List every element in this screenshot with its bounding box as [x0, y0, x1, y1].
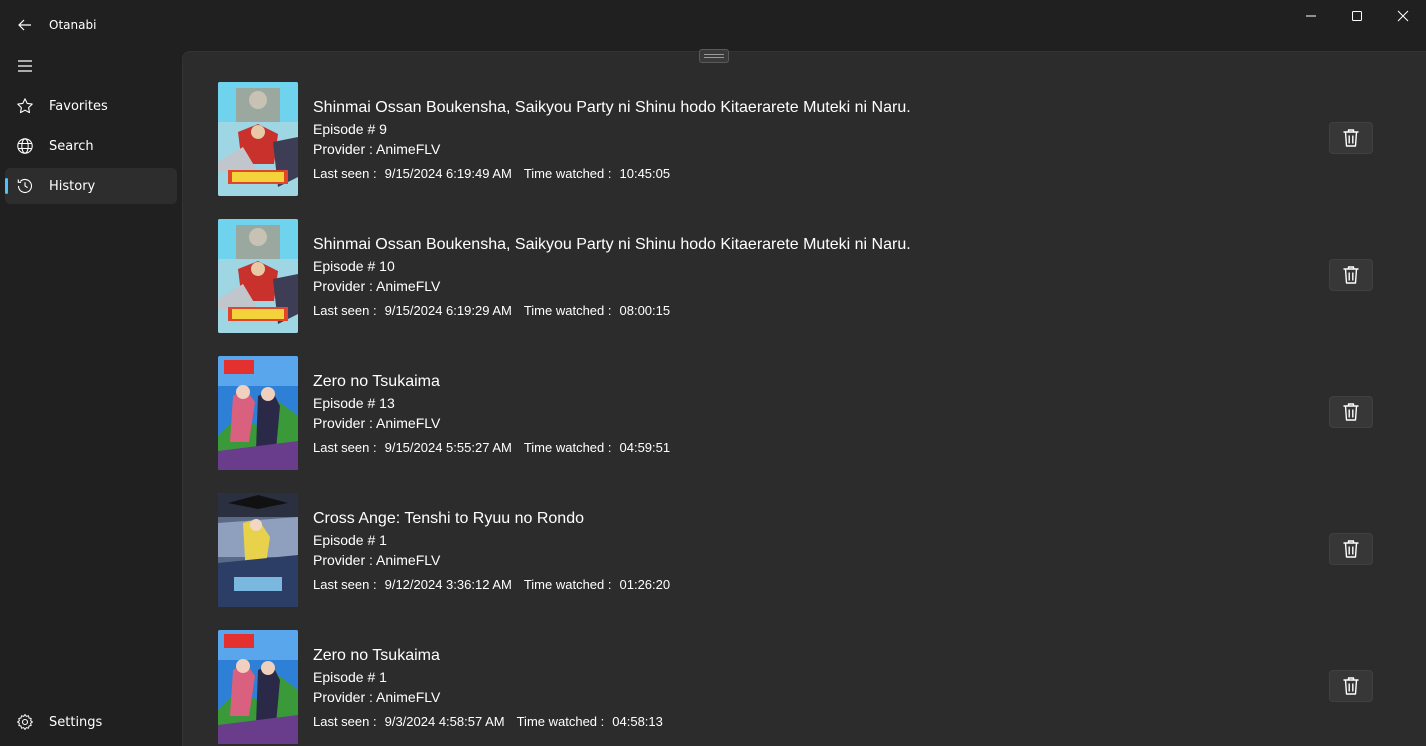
last-seen-value: 9/15/2024 6:19:29 AM	[384, 303, 512, 318]
last-seen-value: 9/3/2024 4:58:57 AM	[384, 714, 505, 729]
minimize-button[interactable]	[1288, 0, 1334, 32]
nav-toggle-button[interactable]	[9, 52, 41, 80]
star-icon	[15, 96, 35, 116]
time-watched-value: 08:00:15	[619, 303, 671, 318]
last-seen-label: Last seen :	[313, 166, 377, 181]
time-watched-label: Time watched :	[523, 440, 612, 455]
poster-image	[218, 82, 298, 196]
history-panel: Shinmai Ossan Boukensha, Saikyou Party n…	[182, 49, 1426, 746]
entry-provider: Provider : AnimeFLV	[313, 552, 441, 568]
entry-meta: Last seen : 9/15/2024 6:19:49 AM Time watc…	[313, 166, 678, 181]
poster-image	[218, 630, 298, 744]
poster-image	[218, 356, 298, 470]
maximize-icon	[1352, 11, 1362, 21]
entry-provider: Provider : AnimeFLV	[313, 278, 441, 294]
close-icon	[1397, 10, 1409, 22]
time-watched-value: 04:58:13	[612, 714, 663, 729]
nav-label-search: Search	[49, 138, 94, 154]
entry-meta: Last seen : 9/12/2024 3:36:12 AM Time watc…	[313, 577, 678, 592]
nav-label-history: History	[49, 178, 96, 194]
time-watched-label: Time watched :	[523, 577, 612, 592]
delete-button[interactable]	[1329, 396, 1373, 428]
entry-provider: Provider : AnimeFLV	[313, 415, 441, 431]
time-watched-value: 04:59:51	[619, 440, 671, 455]
entry-title: Shinmai Ossan Boukensha, Saikyou Party n…	[313, 99, 911, 116]
history-icon	[15, 176, 35, 196]
time-watched-label: Time watched :	[523, 166, 612, 181]
last-seen-value: 9/12/2024 3:36:12 AM	[384, 577, 512, 592]
history-item[interactable]: Shinmai Ossan Boukensha, Saikyou Party n…	[218, 82, 1378, 196]
delete-button[interactable]	[1329, 122, 1373, 154]
gear-icon	[15, 712, 35, 732]
time-watched-label: Time watched :	[523, 303, 612, 318]
drag-grip-icon[interactable]	[699, 49, 729, 63]
poster-image	[218, 219, 298, 333]
entry-provider: Provider : AnimeFLV	[313, 689, 441, 705]
entry-meta: Last seen : 9/15/2024 6:19:29 AM Time watc…	[313, 303, 678, 318]
nav-label-favorites: Favorites	[49, 98, 108, 114]
minimize-icon	[1306, 15, 1316, 17]
entry-episode: Episode # 10	[313, 258, 395, 274]
history-item[interactable]: Cross Ange: Tenshi to Ryuu no Rondo Epis…	[218, 493, 1378, 607]
time-watched-value: 01:26:20	[619, 577, 671, 592]
delete-button[interactable]	[1329, 670, 1373, 702]
entry-provider: Provider : AnimeFLV	[313, 141, 441, 157]
history-item[interactable]: Shinmai Ossan Boukensha, Saikyou Party n…	[218, 219, 1378, 333]
entry-episode: Episode # 9	[313, 121, 387, 137]
last-seen-label: Last seen :	[313, 440, 377, 455]
last-seen-label: Last seen :	[313, 577, 377, 592]
entry-episode: Episode # 13	[313, 395, 395, 411]
trash-icon	[1343, 403, 1359, 421]
nav-item-settings[interactable]: Settings	[5, 704, 177, 740]
close-button[interactable]	[1380, 0, 1426, 32]
entry-meta: Last seen : 9/3/2024 4:58:57 AM Time watch…	[313, 714, 671, 729]
app-title: Otanabi	[49, 18, 97, 32]
trash-icon	[1343, 540, 1359, 558]
last-seen-value: 9/15/2024 5:55:27 AM	[384, 440, 512, 455]
entry-episode: Episode # 1	[313, 669, 387, 685]
globe-icon	[15, 136, 35, 156]
last-seen-label: Last seen :	[313, 303, 377, 318]
nav-label-settings: Settings	[49, 714, 103, 730]
entry-meta: Last seen : 9/15/2024 5:55:27 AM Time watc…	[313, 440, 678, 455]
trash-icon	[1343, 677, 1359, 695]
time-watched-label: Time watched :	[516, 714, 605, 729]
trash-icon	[1343, 129, 1359, 147]
title-bar: Otanabi	[0, 0, 1426, 48]
back-button[interactable]	[10, 10, 40, 40]
last-seen-label: Last seen :	[313, 714, 377, 729]
delete-button[interactable]	[1329, 259, 1373, 291]
back-arrow-icon	[18, 19, 31, 31]
entry-title: Zero no Tsukaima	[313, 373, 440, 390]
entry-title: Shinmai Ossan Boukensha, Saikyou Party n…	[313, 236, 911, 253]
nav-item-history[interactable]: History	[5, 168, 177, 204]
entry-title: Cross Ange: Tenshi to Ryuu no Rondo	[313, 510, 584, 527]
time-watched-value: 10:45:05	[619, 166, 671, 181]
nav-item-favorites[interactable]: Favorites	[5, 88, 177, 124]
entry-episode: Episode # 1	[313, 532, 387, 548]
trash-icon	[1343, 266, 1359, 284]
history-item[interactable]: Zero no Tsukaima Episode # 13 Provider :…	[218, 356, 1378, 470]
entry-title: Zero no Tsukaima	[313, 647, 440, 664]
delete-button[interactable]	[1329, 533, 1373, 565]
poster-image	[218, 493, 298, 607]
nav-item-search[interactable]: Search	[5, 128, 177, 164]
maximize-button[interactable]	[1334, 0, 1380, 32]
last-seen-value: 9/15/2024 6:19:49 AM	[384, 166, 512, 181]
hamburger-icon	[18, 60, 32, 72]
history-item[interactable]: Zero no Tsukaima Episode # 1 Provider : …	[218, 630, 1378, 744]
